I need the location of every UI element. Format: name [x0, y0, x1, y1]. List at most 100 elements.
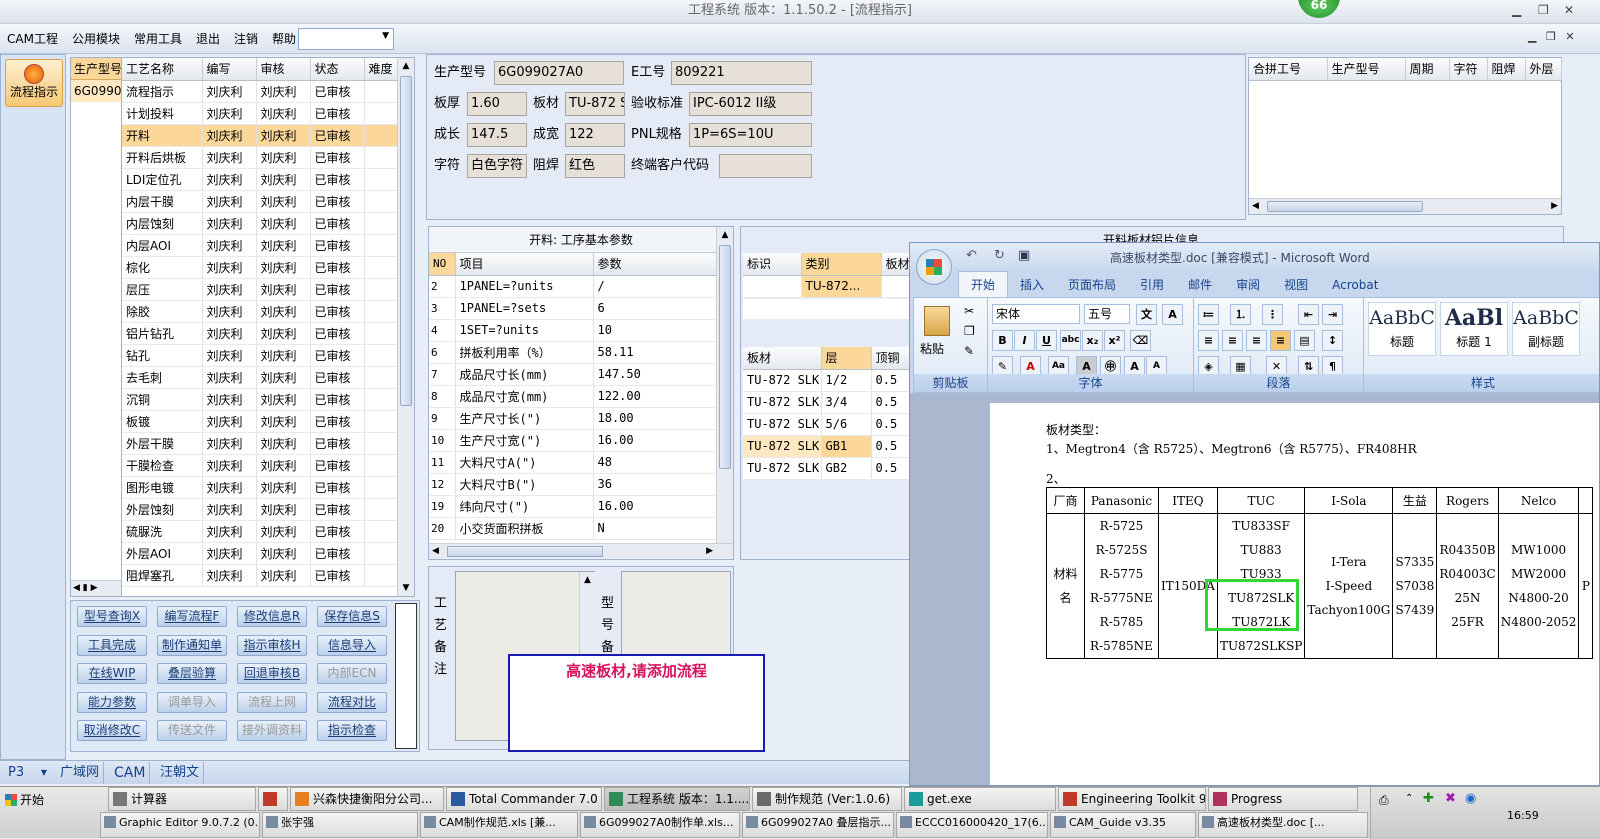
align-right-icon[interactable]: ≡ [1246, 330, 1267, 351]
process-cell[interactable] [364, 344, 399, 367]
cut-material-cell[interactable]: 0.5 [871, 435, 910, 458]
table-row[interactable]: 沉铜 刘庆利 刘庆利 已审核 [122, 388, 399, 411]
menu-tools[interactable]: 常用工具 [127, 24, 189, 54]
process-cell[interactable]: 刘庆利 [202, 344, 257, 367]
word-tab[interactable]: 邮件 [1176, 272, 1224, 298]
model-list-item[interactable]: 6G0990 [71, 80, 121, 102]
param-cell[interactable]: 大料尺寸A(") [455, 451, 594, 474]
tray-app-icon[interactable]: ◉ [1465, 791, 1476, 806]
strikethrough-icon[interactable]: abc [1060, 330, 1081, 351]
word-tab[interactable]: 审阅 [1224, 272, 1272, 298]
param-cell[interactable]: 成品尺寸长(mm) [455, 363, 594, 386]
param-cell[interactable]: N [593, 517, 718, 540]
decrease-indent-icon[interactable]: ⇤ [1298, 304, 1319, 325]
align-left-icon[interactable]: ≡ [1198, 330, 1219, 351]
process-cell[interactable] [364, 322, 399, 345]
process-cell[interactable] [364, 454, 399, 477]
param-cell[interactable]: 1PANEL=?units [455, 275, 594, 298]
process-cell[interactable]: 刘庆利 [202, 190, 257, 213]
param-cell[interactable]: 生产尺寸宽(") [455, 429, 594, 452]
process-cell[interactable]: 刘庆利 [256, 322, 311, 345]
increase-indent-icon[interactable]: ⇥ [1322, 304, 1343, 325]
process-cell[interactable] [364, 256, 399, 279]
process-cell[interactable]: 已审核 [310, 300, 365, 323]
table-row[interactable]: 8 成品尺寸宽(mm) 122.00 [429, 385, 718, 408]
table-row[interactable]: TU-872 SLK GB2 0.5 [743, 457, 910, 480]
process-cell[interactable]: 刘庆利 [202, 124, 257, 147]
scroll-up-icon[interactable]: ▲ [580, 572, 595, 588]
tray-printer-icon[interactable]: ⎙ [1379, 793, 1389, 808]
action-button[interactable]: 在线WIP [77, 663, 147, 684]
tab-cam[interactable]: CAM [110, 762, 151, 784]
process-cell[interactable] [364, 366, 399, 389]
field-pnl[interactable]: 1P=6S=10U [689, 123, 812, 147]
taskbar-item[interactable]: 张宇强 [262, 812, 418, 838]
merge-col-header[interactable]: 阻焊 [1487, 58, 1526, 81]
process-cell[interactable]: 刘庆利 [256, 212, 311, 235]
cut-material-cell[interactable]: 0.5 [871, 369, 910, 392]
save-icon[interactable]: ▣ [1018, 248, 1030, 263]
style-gallery-item[interactable]: AaBbC 副标题 [1512, 302, 1580, 356]
field-char[interactable]: 白色字符 [467, 154, 527, 178]
table-row[interactable]: 干膜检查 刘庆利 刘庆利 已审核 [122, 454, 399, 477]
mat-col-copper[interactable]: 顶铜 [871, 347, 910, 370]
process-cell[interactable]: 刘庆利 [202, 366, 257, 389]
process-cell[interactable]: 刘庆利 [256, 234, 311, 257]
merge-col-header[interactable]: 周期 [1405, 58, 1450, 81]
merge-col-header[interactable]: 生产型号 [1327, 58, 1406, 81]
process-cell[interactable]: 刘庆利 [202, 476, 257, 499]
action-button[interactable]: 修改信息R [237, 606, 307, 627]
action-button[interactable]: 能力参数 [77, 691, 147, 713]
process-cell[interactable]: 开料 [122, 124, 203, 147]
process-cell[interactable]: 内层蚀刻 [122, 212, 203, 235]
mdi-minimize-icon[interactable]: ▁ [1528, 30, 1536, 43]
multilevel-icon[interactable]: ⋮ [1262, 304, 1283, 325]
param-cell[interactable]: 1PANEL=?sets [455, 297, 594, 320]
col-header-difficulty[interactable]: 难度 [364, 58, 399, 81]
cut-material-cell[interactable]: TU-872 SLK [743, 391, 822, 414]
taskbar-item[interactable]: Engineering Toolkit 9.0... [1058, 787, 1206, 811]
field-mask[interactable]: 红色 [565, 154, 625, 178]
font-style-icon[interactable]: 文 [1136, 304, 1157, 325]
action-button[interactable]: 指示审核H [237, 634, 307, 656]
bold-icon[interactable]: B [992, 330, 1013, 351]
process-cell[interactable]: 已审核 [310, 124, 365, 147]
word-tab[interactable]: 页面布局 [1056, 272, 1128, 298]
process-cell[interactable]: 已审核 [310, 256, 365, 279]
param-cell[interactable]: 9 [429, 407, 456, 430]
action-button[interactable]: 信息导入 [317, 634, 387, 656]
scroll-left-icon[interactable]: ◀ [1252, 199, 1259, 213]
menu-common-module[interactable]: 公用模块 [65, 24, 127, 54]
style-gallery-item[interactable]: AaBl 标题 1 [1440, 302, 1508, 356]
table-row[interactable]: 7 成品尺寸长(mm) 147.50 [429, 363, 718, 386]
process-cell[interactable] [364, 80, 399, 103]
process-cell[interactable]: 去毛刺 [122, 366, 203, 389]
process-cell[interactable]: 已审核 [310, 542, 365, 565]
process-cell[interactable]: 刘庆利 [202, 564, 257, 587]
office-button[interactable] [916, 249, 952, 285]
process-cell[interactable]: 刘庆利 [256, 256, 311, 279]
process-cell[interactable]: 刘庆利 [256, 102, 311, 125]
merge-col-header[interactable]: 外层 [1525, 58, 1562, 81]
action-button[interactable]: 传送文件 [157, 720, 227, 741]
style-gallery-item[interactable]: AaBbC 标题 [1368, 302, 1436, 356]
cut-material-cell[interactable]: 0.5 [871, 457, 910, 480]
mat-col-material[interactable]: 板材 [743, 347, 822, 370]
process-cell[interactable]: 图形电镀 [122, 476, 203, 499]
tab-user[interactable]: 汪朝文 [156, 762, 205, 784]
process-cell[interactable]: 内层干膜 [122, 190, 203, 213]
taskbar-item[interactable]: 兴森快捷衡阳分公司... [290, 787, 444, 811]
process-cell[interactable]: 已审核 [310, 388, 365, 411]
cut-cell[interactable] [743, 275, 802, 298]
table-row[interactable]: 外层蚀刻 刘庆利 刘庆利 已审核 [122, 498, 399, 521]
table-row[interactable]: 除胶 刘庆利 刘庆利 已审核 [122, 300, 399, 323]
action-button[interactable]: 调单导入 [157, 691, 227, 713]
param-cell[interactable]: 16.00 [593, 429, 718, 452]
param-cell[interactable]: 58.11 [593, 341, 718, 364]
param-grid-scrollbar[interactable]: ▲ [716, 227, 733, 543]
process-cell[interactable]: 刘庆利 [256, 146, 311, 169]
close-icon[interactable]: ✕ [1564, 3, 1574, 17]
process-cell[interactable]: 已审核 [310, 212, 365, 235]
process-cell[interactable]: 棕化 [122, 256, 203, 279]
minimize-icon[interactable]: ▁ [1512, 3, 1521, 17]
